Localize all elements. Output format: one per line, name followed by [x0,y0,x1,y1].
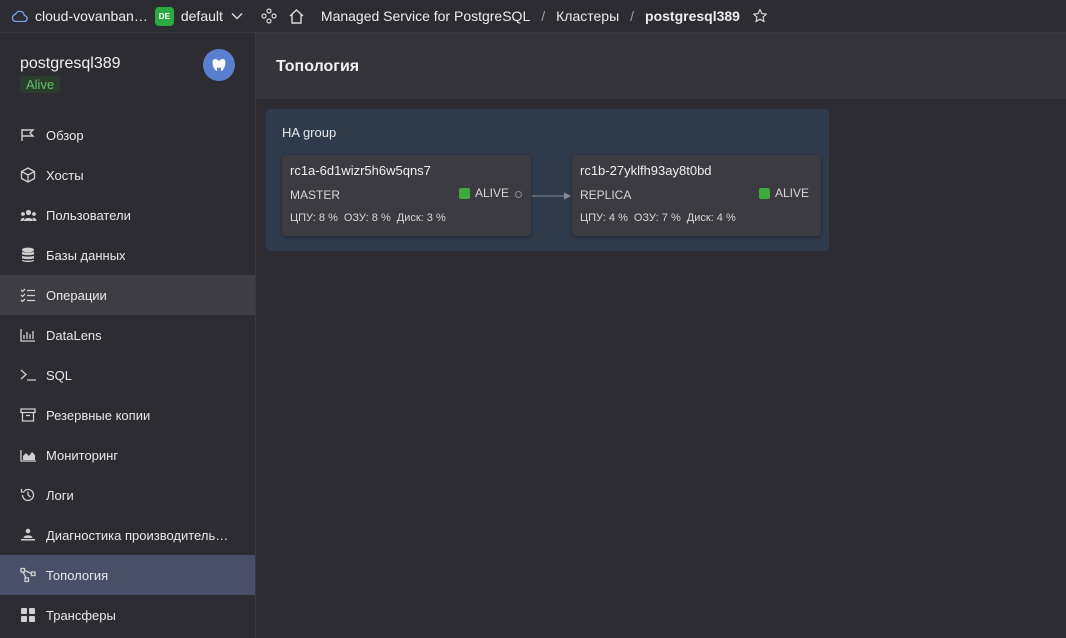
postgresql-elephant-icon [203,49,235,81]
host-ram: ОЗУ: 8 % [343,212,391,224]
host-role: MASTER [290,188,341,202]
sidebar-item-users[interactable]: Пользователи [0,195,255,235]
history-icon [19,486,37,504]
host-ram: ОЗУ: 7 % [633,212,681,224]
host-card-master[interactable]: rc1a-6d1wizr5h6w5qns7 MASTER ALIVE ЦПУ: … [282,155,531,236]
sidebar-item-label: DataLens [46,327,102,343]
sidebar-item-label: Базы данных [46,247,126,263]
sidebar-item-datalens[interactable]: DataLens [0,315,255,355]
host-disk: Диск: 3 % [396,212,446,224]
sidebar-item-label: Резервные копии [46,407,151,423]
sidebar-item-operations[interactable]: Операции [0,275,255,315]
sidebar-item-label: Мониторинг [46,447,119,463]
sidebar: postgresql389 Alive Обзор Хосты Пользова… [0,33,256,638]
page-header: Топология [256,33,1066,99]
transfer-icon [19,606,37,624]
sidebar-item-transfers[interactable]: Трансферы [0,595,255,635]
users-icon [19,206,37,224]
chart-bars-icon [19,326,37,344]
home-icon[interactable] [288,8,305,25]
sidebar-item-label: Операции [46,287,107,303]
host-status-label: ALIVE [474,186,509,200]
sidebar-item-hosts[interactable]: Хосты [0,155,255,195]
list-check-icon [19,286,37,304]
host-status-label: ALIVE [774,186,809,200]
ha-group-panel: HA group rc1a-6d1wizr5h6w5qns7 MASTER AL… [266,109,829,251]
sidebar-item-label: Хосты [46,167,84,183]
sidebar-item-label: Диагностика производитель… [46,527,229,543]
chevron-down-icon[interactable] [231,12,243,20]
sidebar-item-overview[interactable]: Обзор [0,115,255,155]
database-icon [19,246,37,264]
services-icon[interactable] [261,8,277,24]
top-bar: cloud-vovanban… DE default Managed Servi… [0,0,1066,33]
sidebar-item-diagnostics[interactable]: Диагностика производитель… [0,515,255,555]
sidebar-item-backups[interactable]: Резервные копии [0,395,255,435]
terminal-icon [19,366,37,384]
area-chart-icon [19,446,37,464]
breadcrumb-separator: / [541,8,546,24]
sidebar-item-sql[interactable]: SQL [0,355,255,395]
cloud-icon[interactable] [11,8,29,24]
sidebar-item-topology[interactable]: Топология [0,555,255,595]
archive-icon [19,406,37,424]
cluster-name: postgresql389 [20,55,121,72]
breadcrumb-separator: / [630,8,635,24]
sidebar-item-label: Обзор [46,127,84,143]
cloud-selector[interactable]: cloud-vovanban… [35,8,148,24]
connection-port-icon [515,191,522,198]
page-title: Топология [276,58,360,75]
status-square-icon [458,187,470,199]
replication-arrow-icon [532,192,571,200]
sidebar-item-label: Пользователи [46,207,131,223]
main-content: Топология HA group rc1a-6d1wizr5h6w5qns7… [256,33,1066,638]
sidebar-item-label: SQL [46,367,73,383]
host-metrics: ЦПУ: 8 % ОЗУ: 8 % Диск: 3 % [290,212,452,224]
host-status: ALIVE [458,186,509,200]
folder-badge: DE [154,6,174,26]
sidebar-item-label: Логи [46,487,74,503]
breadcrumb-clusters[interactable]: Кластеры [556,8,619,24]
flag-icon [19,126,37,144]
host-cpu: ЦПУ: 8 % [290,212,338,224]
host-cpu: ЦПУ: 4 % [580,212,628,224]
star-icon[interactable] [752,8,768,24]
sidebar-item-logs[interactable]: Логи [0,475,255,515]
sidebar-item-label: Топология [46,567,109,583]
sidebar-item-databases[interactable]: Базы данных [0,235,255,275]
cluster-header: postgresql389 Alive [0,33,255,115]
sidebar-item-label: Трансферы [46,607,116,623]
host-metrics: ЦПУ: 4 % ОЗУ: 7 % Диск: 4 % [580,212,742,224]
person-desk-icon [19,526,37,544]
sidebar-item-monitoring[interactable]: Мониторинг [0,435,255,475]
host-card-replica[interactable]: rc1b-27yklfh93ay8t0bd REPLICA ALIVE ЦПУ:… [572,155,821,236]
topology-icon [19,566,37,584]
breadcrumb-service[interactable]: Managed Service for PostgreSQL [321,8,530,24]
host-disk: Диск: 4 % [686,212,736,224]
cube-icon [19,166,37,184]
status-square-icon [758,187,770,199]
host-role: REPLICA [580,188,632,202]
status-badge: Alive [20,76,61,93]
folder-selector[interactable]: default [181,8,223,24]
host-status: ALIVE [758,186,809,200]
host-name: rc1b-27yklfh93ay8t0bd [580,163,712,178]
ha-group-title: HA group [282,125,337,140]
breadcrumb-current: postgresql389 [645,8,740,24]
host-name: rc1a-6d1wizr5h6w5qns7 [290,163,431,178]
